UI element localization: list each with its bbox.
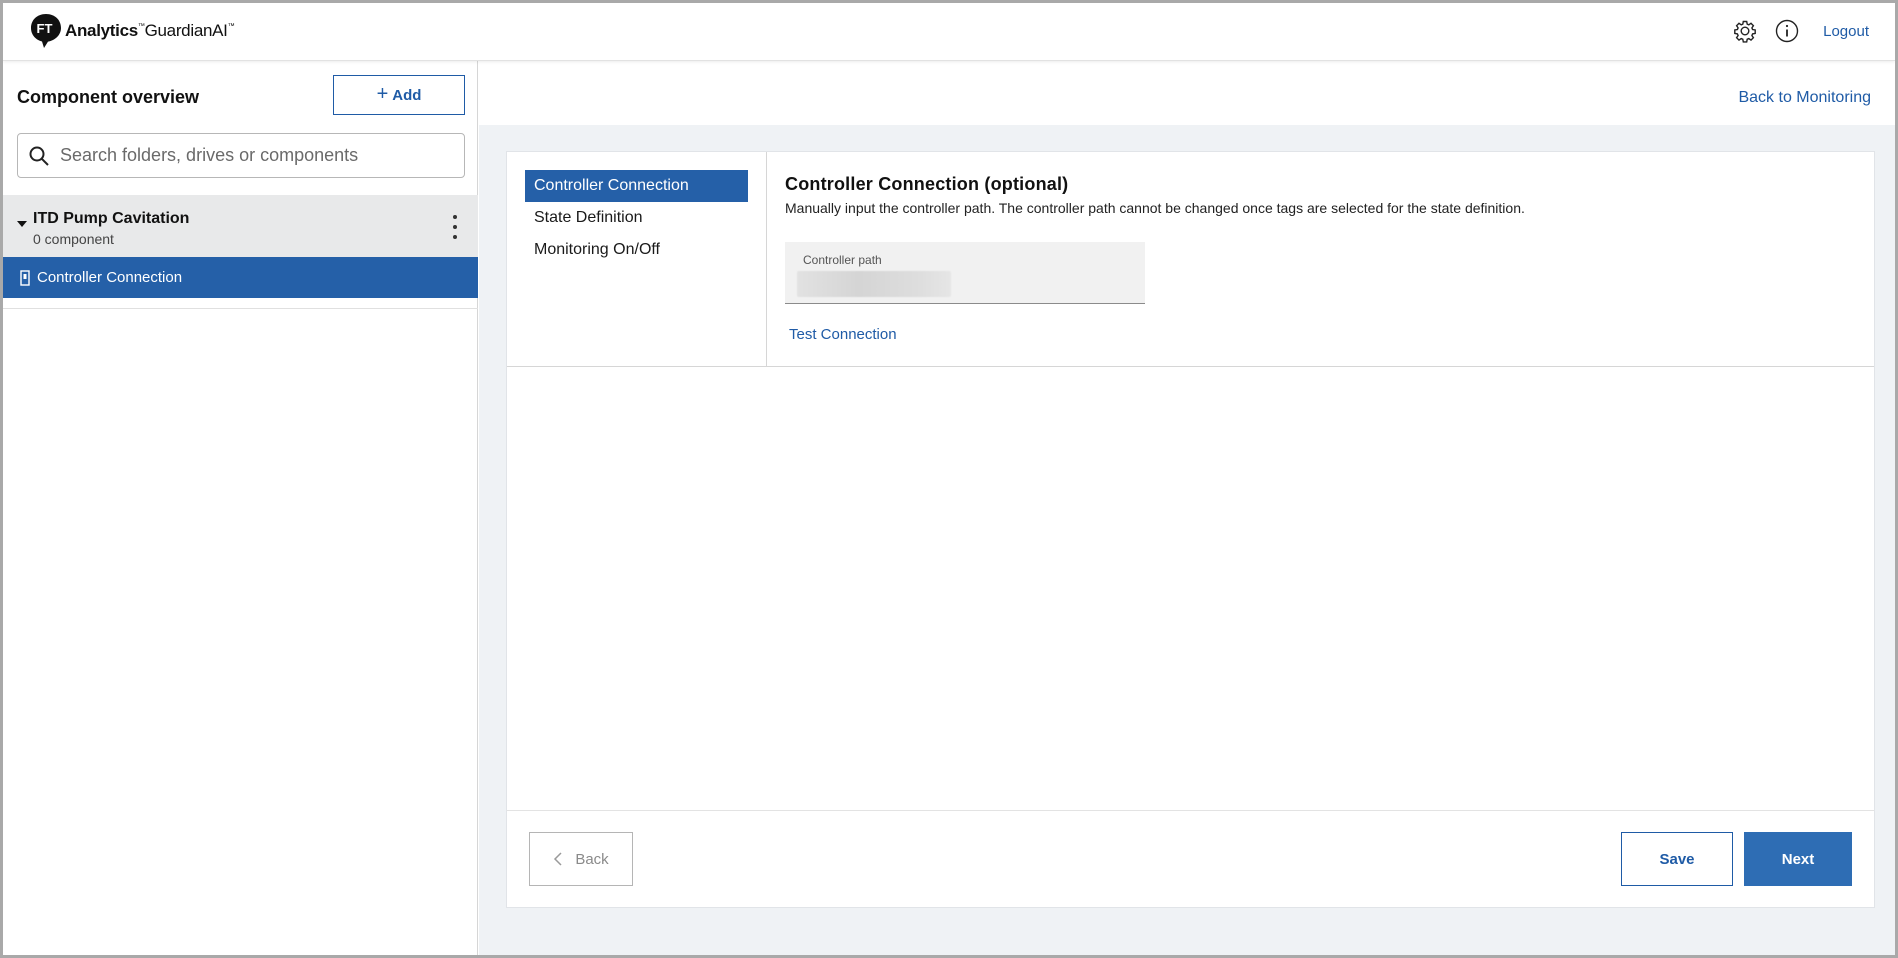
kebab-menu-icon[interactable] [447,215,463,239]
section-title: Controller Connection (optional) [785,174,1069,194]
sidebar-title: Component overview [17,87,200,107]
brand-trademark: ™ [137,23,145,30]
info-button[interactable] [1773,17,1801,45]
search-icon [29,146,49,166]
info-icon [1775,19,1799,43]
brand-name: Analytics™GuardianAI™ [65,21,235,41]
svg-text:FT: FT [37,21,53,36]
add-button-label: Add [392,86,422,104]
controller-path-value-redacted[interactable] [797,271,951,297]
add-button[interactable]: + Add [333,75,465,115]
test-connection-link[interactable]: Test Connection [789,326,897,343]
back-to-monitoring-link[interactable]: Back to Monitoring [1738,89,1871,107]
wizard-steps: Controller Connection State Definition M… [507,152,767,366]
brand-trademark-2: ™ [227,23,235,30]
controller-path-label: Controller path [803,253,882,267]
folder-name: ITD Pump Cavitation [33,210,190,227]
back-button-label: Back [575,850,609,868]
caret-down-icon[interactable] [17,221,27,227]
gear-icon [1734,20,1757,43]
search-box [17,133,465,178]
step-controller-connection[interactable]: Controller Connection [525,170,748,202]
next-button[interactable]: Next [1744,832,1852,886]
app-window: FT Analytics™GuardianAI™ Logout Componen… [0,0,1898,958]
wizard-card: Controller Connection State Definition M… [506,151,1875,908]
footer-divider [507,810,1874,811]
folder-component-count: 0 component [33,231,114,247]
component-sidebar: Component overview + Add ITD Pump Cavita… [3,61,478,955]
step-state-definition[interactable]: State Definition [525,202,748,234]
top-header: FT Analytics™GuardianAI™ Logout [3,3,1895,61]
ft-logo-icon: FT [31,14,61,48]
save-button[interactable]: Save [1621,832,1733,886]
plus-icon: + [376,83,389,105]
component-item-label: Controller Connection [37,269,183,286]
search-input[interactable] [60,134,464,177]
brand-strong: Analytics [65,21,138,40]
folder-item[interactable]: ITD Pump Cavitation 0 component [3,195,478,257]
chevron-left-icon [554,852,562,866]
controller-device-icon [20,269,30,286]
back-button[interactable]: Back [529,832,633,886]
card-divider [507,366,1874,367]
logout-link[interactable]: Logout [1823,23,1869,40]
brand-logo[interactable]: FT Analytics™GuardianAI™ [29,13,235,53]
header-actions: Logout [1731,17,1869,45]
settings-button[interactable] [1731,17,1759,45]
step-monitoring-on-off[interactable]: Monitoring On/Off [525,234,748,266]
content-topbar: Back to Monitoring [479,61,1895,125]
controller-path-field[interactable]: Controller path [785,242,1145,304]
brand-light: GuardianAI [144,21,228,40]
section-description: Manually input the controller path. The … [785,200,1525,216]
sidebar-divider [3,308,478,309]
component-item-controller-connection[interactable]: Controller Connection [3,257,478,298]
